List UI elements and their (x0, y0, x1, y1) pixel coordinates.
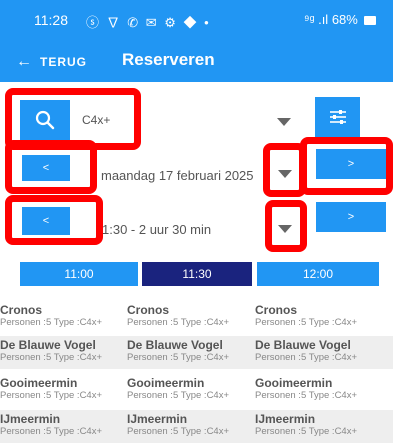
table-row: Gooimeermin Personen :5 Type :C4x+ Gooime… (0, 374, 393, 407)
status-time: 11:28 (34, 12, 68, 28)
boat-meta: Personen :5 Type :C4x+ (255, 390, 358, 401)
table-row: IJmeermin Personen :5 Type :C4x+ IJmeermi… (0, 410, 393, 443)
boat-name: Cronos (127, 303, 169, 317)
boat-cell[interactable]: IJmeermin Personen :5 Type :C4x+ (255, 410, 383, 438)
tab-time-1200[interactable]: 12:00 (257, 262, 379, 286)
time-next-button[interactable]: > (316, 202, 386, 232)
back-arrow-icon: ← (16, 53, 32, 70)
boat-meta: Personen :5 Type :C4x+ (0, 317, 103, 328)
boat-name: IJmeermin (127, 412, 188, 426)
boat-cell[interactable]: De Blauwe Vogel Personen :5 Type :C4x+ (127, 336, 255, 364)
boat-meta: Personen :5 Type :C4x+ (255, 317, 358, 328)
status-notification-icons: ⓢ ∇ ✆ ✉ ⚙ ◆ • (86, 15, 211, 30)
boat-cell[interactable]: Gooimeermin Personen :5 Type :C4x+ (0, 374, 128, 402)
dropdown-caret-icon[interactable] (277, 118, 291, 126)
boat-cell[interactable]: De Blauwe Vogel Personen :5 Type :C4x+ (255, 336, 383, 364)
boat-name: De Blauwe Vogel (127, 338, 223, 352)
boat-cell[interactable]: IJmeermin Personen :5 Type :C4x+ (0, 410, 128, 438)
status-bar: 11:28 ⓢ ∇ ✆ ✉ ⚙ ◆ • ⁹ᵍ .ıl 68% (0, 0, 393, 40)
boat-meta: Personen :5 Type :C4x+ (0, 390, 103, 401)
battery-percentage: 68% (331, 12, 358, 27)
boat-name: Gooimeermin (0, 376, 78, 390)
boat-meta: Personen :5 Type :C4x+ (127, 426, 230, 437)
time-dropdown-caret-icon[interactable] (278, 225, 292, 233)
tab-time-1130[interactable]: 11:30 (142, 262, 252, 286)
time-prev-button[interactable]: < (22, 207, 70, 235)
date-next-button[interactable]: > (316, 149, 386, 179)
date-prev-button[interactable]: < (22, 155, 70, 181)
app-bar: ← TERUG Reserveren (0, 40, 393, 82)
boat-meta: Personen :5 Type :C4x+ (255, 426, 358, 437)
page-title: Reserveren (122, 50, 215, 69)
status-right: ⁹ᵍ .ıl 68% (304, 12, 377, 27)
boat-meta: Personen :5 Type :C4x+ (127, 317, 230, 328)
boat-name: IJmeermin (255, 412, 316, 426)
boat-meta: Personen :5 Type :C4x+ (127, 352, 230, 363)
boat-meta: Personen :5 Type :C4x+ (127, 390, 230, 401)
network-signal-icon: ⁹ᵍ .ıl (304, 12, 329, 27)
date-label: maandag 17 februari 2025 (101, 168, 254, 183)
boat-cell[interactable]: Cronos Personen :5 Type :C4x+ (255, 301, 383, 329)
boat-meta: Personen :5 Type :C4x+ (255, 352, 358, 363)
boat-name: De Blauwe Vogel (255, 338, 351, 352)
back-label: TERUG (40, 55, 87, 69)
search-icon (35, 110, 55, 130)
battery-icon (364, 16, 377, 26)
tab-time-1100[interactable]: 11:00 (20, 262, 138, 286)
boat-name: De Blauwe Vogel (0, 338, 96, 352)
boat-cell[interactable]: Cronos Personen :5 Type :C4x+ (127, 301, 255, 329)
boat-name: Gooimeermin (127, 376, 205, 390)
boat-name: Cronos (0, 303, 42, 317)
boat-name: IJmeermin (0, 412, 61, 426)
boat-name: Gooimeermin (255, 376, 333, 390)
boat-name: Cronos (255, 303, 297, 317)
search-button[interactable] (20, 100, 70, 140)
back-button[interactable]: ← TERUG (16, 51, 87, 73)
time-label: 1:30 - 2 uur 30 min (102, 222, 212, 237)
search-input[interactable]: C4x+ (82, 113, 110, 127)
boat-meta: Personen :5 Type :C4x+ (0, 352, 103, 363)
boat-cell[interactable]: De Blauwe Vogel Personen :5 Type :C4x+ (0, 336, 128, 364)
boat-cell[interactable]: IJmeermin Personen :5 Type :C4x+ (127, 410, 255, 438)
boat-cell[interactable]: Cronos Personen :5 Type :C4x+ (0, 301, 128, 329)
filter-sliders-icon (329, 110, 346, 124)
table-row: De Blauwe Vogel Personen :5 Type :C4x+ De… (0, 336, 393, 369)
date-dropdown-caret-icon[interactable] (278, 170, 292, 178)
boat-cell[interactable]: Gooimeermin Personen :5 Type :C4x+ (127, 374, 255, 402)
boat-meta: Personen :5 Type :C4x+ (0, 426, 103, 437)
filter-button[interactable] (315, 97, 360, 137)
boat-cell[interactable]: Gooimeermin Personen :5 Type :C4x+ (255, 374, 383, 402)
table-row: Cronos Personen :5 Type :C4x+ Cronos Perso… (0, 301, 393, 334)
